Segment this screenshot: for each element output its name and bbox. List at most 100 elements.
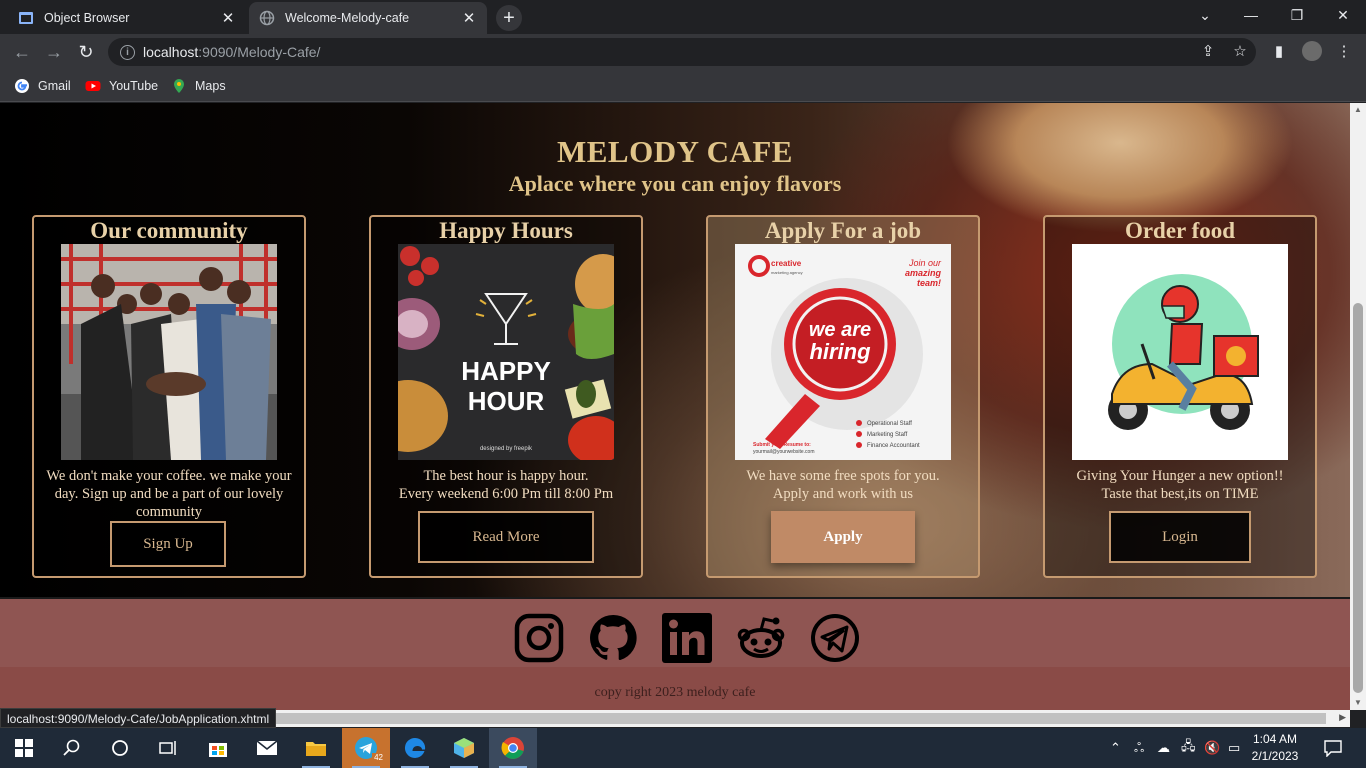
community-photo bbox=[61, 244, 277, 460]
store-icon[interactable] bbox=[194, 728, 242, 768]
card-community: Our community We don't make your coffee.… bbox=[32, 215, 306, 578]
vertical-scroll-thumb[interactable] bbox=[1353, 303, 1363, 693]
browser-tab-bar: Object Browser ✕ Welcome-Melody-cafe ✕ +… bbox=[0, 0, 1366, 34]
vertical-scrollbar[interactable]: ▲ ▼ bbox=[1350, 103, 1366, 710]
linkedin-icon[interactable] bbox=[662, 613, 712, 663]
scroll-down-arrow-icon[interactable]: ▼ bbox=[1350, 696, 1366, 710]
maps-icon bbox=[174, 79, 184, 93]
copyright-text: copy right 2023 melody cafe bbox=[594, 685, 756, 700]
svg-text:HOUR: HOUR bbox=[468, 386, 545, 416]
link-status-bubble: localhost:9090/Melody-Cafe/JobApplicatio… bbox=[0, 708, 277, 728]
delivery-illustration bbox=[1072, 244, 1288, 460]
cortana-icon[interactable] bbox=[96, 728, 144, 768]
edge-icon[interactable] bbox=[391, 728, 439, 768]
svg-text:marketing agency: marketing agency bbox=[771, 270, 803, 275]
apply-button[interactable]: Apply bbox=[771, 511, 915, 563]
back-button[interactable]: ← bbox=[8, 38, 36, 66]
bookmark-youtube[interactable]: YouTube bbox=[85, 76, 158, 96]
card-title: Apply For a job bbox=[764, 218, 922, 243]
url-text: localhost:9090/Melody-Cafe/ bbox=[143, 44, 321, 60]
google-icon bbox=[15, 79, 29, 93]
sign-up-button[interactable]: Sign Up bbox=[110, 521, 226, 567]
svg-text:Join our: Join our bbox=[908, 258, 942, 268]
card-title: Order food bbox=[1124, 218, 1236, 243]
card-description: Giving Your Hunger a new option!! Taste … bbox=[1076, 468, 1284, 502]
site-info-icon[interactable]: i bbox=[120, 44, 135, 60]
svg-text:Operational Staff: Operational Staff bbox=[867, 421, 912, 427]
profile-avatar[interactable] bbox=[1301, 40, 1323, 62]
volume-muted-icon[interactable]: 🔇 bbox=[1204, 728, 1220, 768]
telegram-icon[interactable] bbox=[810, 613, 860, 663]
page-subtitle: Aplace where you can enjoy flavors bbox=[508, 171, 842, 196]
card-order-food: Order food Giving Your Hunger a new opti… bbox=[1043, 215, 1317, 578]
restore-button[interactable]: ❐ bbox=[1274, 0, 1320, 30]
minimize-button[interactable]: — bbox=[1228, 0, 1274, 30]
instagram-icon[interactable] bbox=[514, 613, 564, 663]
system-clock[interactable]: 1:04 AM 2/1/2023 bbox=[1245, 731, 1305, 765]
scroll-right-arrow-icon[interactable]: ▶ bbox=[1339, 712, 1346, 723]
show-hidden-icons-icon[interactable]: ⌃ bbox=[1110, 728, 1121, 768]
telegram-taskbar-icon[interactable]: 42 bbox=[342, 728, 390, 768]
card-happy-hours: Happy Hours HAPPY HOUR designed by freep… bbox=[369, 215, 643, 578]
svg-text:Marketing Staff: Marketing Staff bbox=[867, 432, 908, 438]
address-bar[interactable]: i localhost:9090/Melody-Cafe/ bbox=[108, 38, 1256, 66]
happy-hour-poster: HAPPY HOUR designed by freepik bbox=[398, 244, 614, 460]
bookmark-star-icon[interactable]: ☆ bbox=[1229, 40, 1251, 62]
new-tab-button[interactable]: + bbox=[496, 5, 522, 31]
menu-kebab-icon[interactable]: ⋮ bbox=[1333, 40, 1355, 62]
close-tab-icon[interactable]: ✕ bbox=[461, 10, 477, 27]
file-explorer-icon[interactable] bbox=[292, 728, 340, 768]
github-icon[interactable] bbox=[588, 613, 638, 663]
chrome-icon[interactable] bbox=[489, 728, 537, 768]
login-button[interactable]: Login bbox=[1109, 511, 1251, 563]
card-title: Happy Hours bbox=[439, 218, 573, 243]
side-panel-icon[interactable]: ▮ bbox=[1268, 40, 1290, 62]
app-cube-icon[interactable] bbox=[440, 728, 488, 768]
input-method-icon[interactable]: ஃ bbox=[1134, 728, 1144, 768]
bookmark-gmail[interactable]: Gmail bbox=[14, 76, 71, 96]
tab-title: Object Browser bbox=[44, 11, 130, 25]
close-window-button[interactable]: ✕ bbox=[1320, 0, 1366, 30]
bookmark-maps[interactable]: Maps bbox=[171, 76, 226, 96]
card-title: Our community bbox=[90, 218, 248, 243]
forward-button[interactable]: → bbox=[40, 38, 68, 66]
tab-search-icon[interactable]: ⌄ bbox=[1182, 0, 1228, 30]
page-title: MELODY CAFE bbox=[557, 134, 793, 169]
tab-welcome-melody-cafe[interactable]: Welcome-Melody-cafe ✕ bbox=[249, 2, 487, 34]
page-viewport: MELODY CAFE Aplace where you can enjoy f… bbox=[0, 103, 1350, 710]
tab-object-browser[interactable]: Object Browser ✕ bbox=[8, 2, 246, 34]
svg-text:amazing: amazing bbox=[905, 268, 942, 278]
telegram-badge: 42 bbox=[372, 753, 385, 762]
mail-icon[interactable] bbox=[243, 728, 291, 768]
scroll-up-arrow-icon[interactable]: ▲ bbox=[1350, 103, 1366, 117]
svg-text:Finance Accountant: Finance Accountant bbox=[867, 443, 920, 449]
card-description: We have some free spots for you. Apply a… bbox=[746, 468, 940, 502]
svg-text:HAPPY: HAPPY bbox=[461, 356, 551, 386]
svg-text:yourmail@yourwebsite.com: yourmail@yourwebsite.com bbox=[753, 449, 814, 455]
notifications-icon[interactable] bbox=[1324, 728, 1342, 768]
svg-text:creative: creative bbox=[771, 259, 802, 268]
bookmarks-bar: Gmail YouTube Maps bbox=[0, 70, 1366, 102]
task-view-icon[interactable] bbox=[144, 728, 192, 768]
windows-start-icon[interactable] bbox=[0, 728, 48, 768]
reddit-icon[interactable] bbox=[736, 613, 786, 663]
close-tab-icon[interactable]: ✕ bbox=[220, 10, 236, 27]
browser-toolbar: ← → ↻ i localhost:9090/Melody-Cafe/ ⇪ ☆ … bbox=[0, 34, 1366, 70]
battery-icon[interactable]: ▭ bbox=[1228, 728, 1240, 768]
search-icon[interactable] bbox=[48, 728, 96, 768]
horizontal-scroll-thumb[interactable] bbox=[276, 713, 1326, 724]
read-more-button[interactable]: Read More bbox=[418, 511, 594, 563]
windows-taskbar: 42 ⌃ ஃ ☁ 🖧 🔇 ▭ 1:04 AM 2/1/2023 bbox=[0, 728, 1366, 768]
globe-icon bbox=[259, 10, 275, 26]
svg-text:we are: we are bbox=[809, 319, 871, 341]
card-description: The best hour is happy hour. Every weeke… bbox=[398, 468, 614, 502]
share-icon[interactable]: ⇪ bbox=[1197, 40, 1219, 62]
card-description: We don't make your coffee. we make your … bbox=[46, 468, 292, 520]
svg-text:Submit your Resume to:: Submit your Resume to: bbox=[753, 442, 811, 448]
page-icon bbox=[19, 12, 33, 24]
svg-text:hiring: hiring bbox=[809, 339, 871, 364]
youtube-icon bbox=[85, 81, 101, 91]
network-icon[interactable]: 🖧 bbox=[1181, 728, 1196, 768]
onedrive-icon[interactable]: ☁ bbox=[1157, 728, 1170, 768]
reload-button[interactable]: ↻ bbox=[72, 38, 100, 66]
